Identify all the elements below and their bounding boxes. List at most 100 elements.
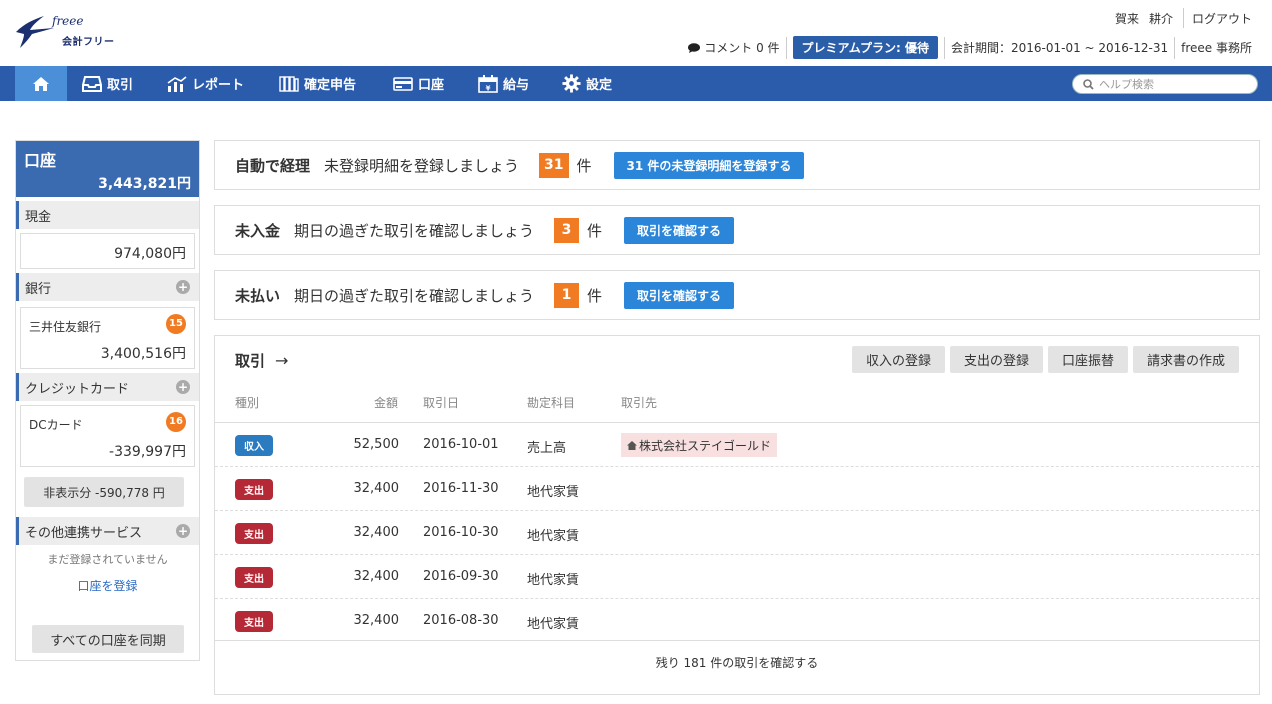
nav-label: 給与 [503, 78, 530, 93]
transactions-title-link[interactable]: 取引 → [235, 350, 288, 371]
register-statements-button[interactable]: 31 件の未登録明細を登録する [613, 151, 805, 179]
add-card-icon[interactable]: + [176, 380, 190, 394]
amount-cell: 32,400 [353, 481, 400, 496]
section-cash: 現金 [16, 201, 199, 229]
plan-badge[interactable]: プレミアムプラン: 優待 [792, 36, 938, 59]
bank-name: 三井住友銀行 [29, 320, 102, 334]
nav-home[interactable] [15, 66, 67, 101]
card-icon [393, 76, 413, 91]
account-cell: 売上高 [527, 441, 567, 456]
table-row[interactable]: 支出 32,400 2016-11-30 地代家賃 [215, 466, 1259, 509]
expense-tag: 支出 [235, 567, 273, 588]
home-icon [33, 76, 49, 91]
nav-item-deals[interactable]: 取引 [82, 66, 133, 101]
account-info-bar: コメント 0 件 プレミアムプラン: 優待 会計期間：2016-01-01 ~ … [688, 36, 1252, 59]
register-account-link[interactable]: 口座を登録 [16, 577, 199, 594]
table-row[interactable]: 支出 32,400 2016-10-30 地代家賃 [215, 510, 1259, 553]
nav-label: 確定申告 [304, 78, 357, 93]
task-title: 未入金 [235, 221, 281, 240]
svg-text:¥: ¥ [486, 84, 491, 92]
account-transfer-button[interactable]: 口座振替 [1047, 346, 1128, 373]
partner-name: 株式会社ステイゴールド [639, 438, 772, 453]
card-balance: -339,997円 [109, 444, 186, 460]
task-count-unit: 件 [587, 286, 603, 305]
comment-link[interactable]: コメント 0 件 [688, 39, 780, 56]
task-description: 期日の過ぎた取引を確認しましょう [294, 286, 535, 305]
tray-icon [82, 75, 102, 92]
task-count-badge: 31 [539, 152, 569, 178]
column-header-amount: 金額 [374, 396, 399, 410]
task-title: 未払い [235, 286, 281, 305]
expense-tag: 支出 [235, 523, 273, 544]
add-bank-icon[interactable]: + [176, 280, 190, 294]
account-card-cash[interactable]: 974,080円 [20, 233, 195, 269]
gear-icon [562, 74, 581, 93]
logo-wordmark: freee [52, 14, 84, 28]
amount-cell: 52,500 [353, 437, 400, 452]
column-header-date: 取引日 [423, 396, 460, 410]
chart-icon [167, 75, 187, 92]
freee-logo[interactable]: freee 会計フリー [14, 14, 124, 54]
card-unregistered-badge: 16 [166, 412, 186, 432]
nav-item-payroll[interactable]: ¥ 給与 [478, 66, 529, 101]
speech-bubble-icon [688, 42, 701, 53]
bank-balance: 3,400,516円 [100, 346, 186, 362]
check-expense-deals-button[interactable]: 取引を確認する [624, 281, 735, 309]
date-cell: 2016-09-30 [423, 569, 499, 584]
main-nav: 取引 レポート 確定申告 口座 ¥ 給与 設定 ヘルプ検索 [0, 66, 1272, 101]
divider [943, 36, 945, 59]
section-label: クレジットカード [25, 381, 130, 397]
help-search-box[interactable] [1072, 74, 1258, 94]
register-income-button[interactable]: 収入の登録 [851, 346, 945, 373]
table-row[interactable]: 収入 52,500 2016-10-01 売上高 株式会社ステイゴールド [215, 422, 1259, 465]
arrow-right-icon: → [275, 351, 289, 370]
account-card-bank[interactable]: 三井住友銀行 15 3,400,516円 [20, 307, 195, 369]
account-cell: 地代家賃 [527, 617, 580, 632]
nav-label: 口座 [418, 78, 445, 93]
nav-item-tax-return[interactable]: 確定申告 [279, 66, 356, 101]
check-income-deals-button[interactable]: 取引を確認する [624, 216, 735, 244]
create-invoice-button[interactable]: 請求書の作成 [1132, 346, 1239, 373]
task-description: 未登録明細を登録しましょう [324, 156, 520, 175]
section-label: その他連携サービス [25, 525, 143, 541]
nav-item-accounts[interactable]: 口座 [393, 66, 444, 101]
amount-cell: 32,400 [353, 569, 400, 584]
user-first-name: 耕介 [1148, 11, 1173, 26]
account-card-credit[interactable]: DCカード 16 -339,997円 [20, 405, 195, 467]
transaction-actions: 収入の登録 支出の登録 口座振替 請求書の作成 [847, 346, 1239, 373]
accounts-summary[interactable]: 口座 3,443,821円 [16, 141, 199, 197]
fiscal-period[interactable]: 会計期間：2016-01-01 ~ 2016-12-31 [951, 39, 1168, 56]
table-row[interactable]: 支出 32,400 2016-09-30 地代家賃 [215, 554, 1259, 597]
table-row[interactable]: 支出 32,400 2016-08-30 地代家賃 [215, 598, 1259, 641]
bank-unregistered-badge: 15 [166, 314, 186, 334]
transactions-panel: 取引 → 収入の登録 支出の登録 口座振替 請求書の作成 種別 金額 取引日 勘… [214, 335, 1260, 695]
sync-all-accounts-button[interactable]: すべての口座を同期 [32, 625, 184, 653]
task-count-badge: 1 [554, 282, 580, 308]
partner-tag[interactable]: 株式会社ステイゴールド [621, 433, 778, 457]
account-cell: 地代家賃 [527, 529, 580, 544]
section-label: 銀行 [25, 281, 52, 297]
view-remaining-deals-link[interactable]: 残り 181 件の取引を確認する [215, 654, 1259, 671]
logout-link[interactable]: ログアウト [1192, 10, 1252, 27]
account-cell: 地代家賃 [527, 573, 580, 588]
date-cell: 2016-10-01 [423, 437, 499, 452]
column-header-account: 勘定科目 [527, 396, 576, 410]
nav-label: 設定 [586, 78, 613, 93]
register-expense-button[interactable]: 支出の登録 [949, 346, 1043, 373]
hidden-accounts-button[interactable]: 非表示分 -590,778 円 [24, 477, 184, 507]
add-service-icon[interactable]: + [176, 524, 190, 538]
transactions-title: 取引 [235, 352, 266, 370]
account-cell: 地代家賃 [527, 485, 580, 500]
search-icon [1083, 78, 1094, 90]
nav-item-settings[interactable]: 設定 [562, 66, 612, 101]
column-header-type: 種別 [235, 396, 260, 410]
help-search-input[interactable] [1099, 77, 1249, 91]
date-cell: 2016-10-30 [423, 525, 499, 540]
nav-item-reports[interactable]: レポート [167, 66, 244, 101]
section-label: 現金 [25, 209, 52, 225]
section-credit-card: クレジットカード + [16, 373, 199, 401]
section-bank: 銀行 + [16, 273, 199, 301]
office-name[interactable]: freee 事務所 [1181, 39, 1252, 56]
app-header: freee 会計フリー 賀来 耕介 ログアウト コメント 0 件 プレミアムプラ… [0, 0, 1272, 66]
books-icon [279, 75, 299, 92]
